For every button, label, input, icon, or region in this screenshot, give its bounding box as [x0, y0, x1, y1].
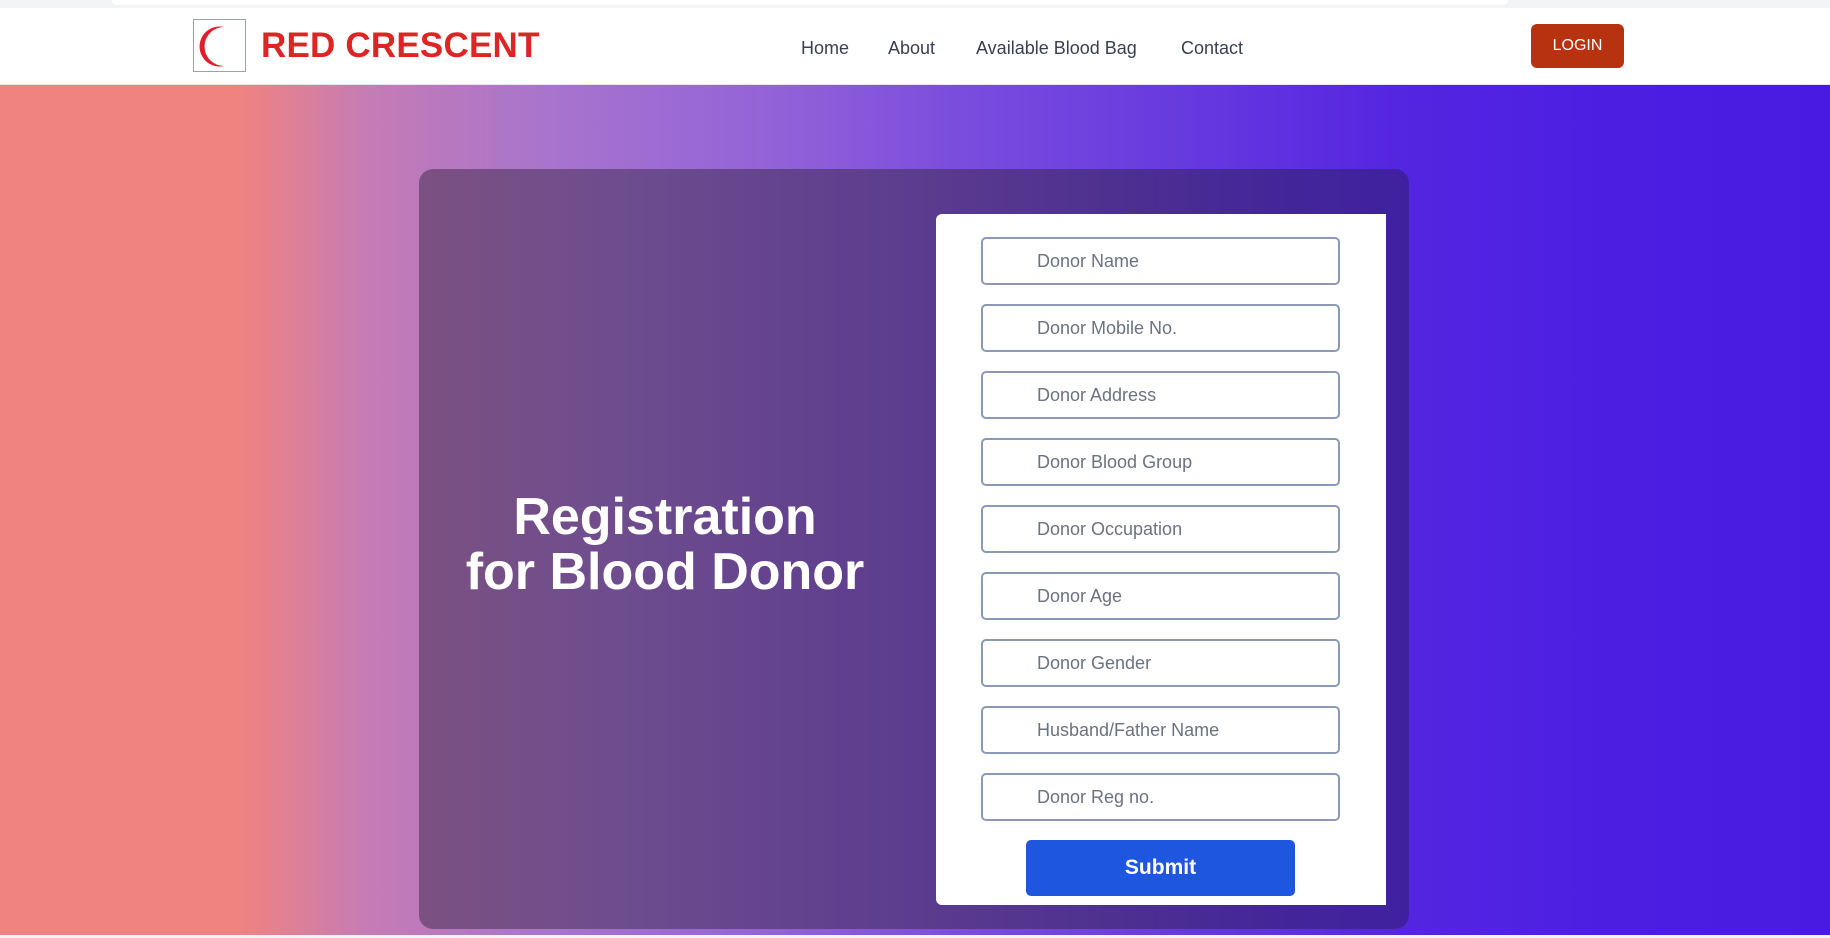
donor-address-input[interactable]: [981, 371, 1340, 419]
nav-home[interactable]: Home: [801, 36, 849, 60]
donor-reg-no-input[interactable]: [981, 773, 1340, 821]
nav-contact[interactable]: Contact: [1181, 36, 1243, 60]
submit-button[interactable]: Submit: [1026, 840, 1295, 896]
donor-name-input[interactable]: [981, 237, 1340, 285]
logo[interactable]: [193, 19, 246, 72]
donor-occupation-input[interactable]: [981, 505, 1340, 553]
registration-title-line1: Registration: [513, 488, 817, 546]
browser-top-pill: [112, 0, 1508, 5]
registration-title-line2: for Blood Donor: [465, 543, 865, 601]
nav-about[interactable]: About: [888, 36, 935, 60]
login-button[interactable]: LOGIN: [1531, 24, 1624, 68]
donor-mobile-input[interactable]: [981, 304, 1340, 352]
browser-top-strip: [0, 0, 1830, 8]
crescent-icon: [199, 26, 224, 67]
donor-age-input[interactable]: [981, 572, 1340, 620]
nav-available-blood-bag[interactable]: Available Blood Bag: [976, 36, 1137, 60]
registration-title: Registration for Blood Donor: [419, 490, 911, 600]
donor-blood-group-input[interactable]: [981, 438, 1340, 486]
donor-gender-input[interactable]: [981, 639, 1340, 687]
husband-father-name-input[interactable]: [981, 706, 1340, 754]
navbar: RED CRESCENT Home About Available Blood …: [0, 8, 1830, 85]
brand-name[interactable]: RED CRESCENT: [261, 26, 540, 66]
